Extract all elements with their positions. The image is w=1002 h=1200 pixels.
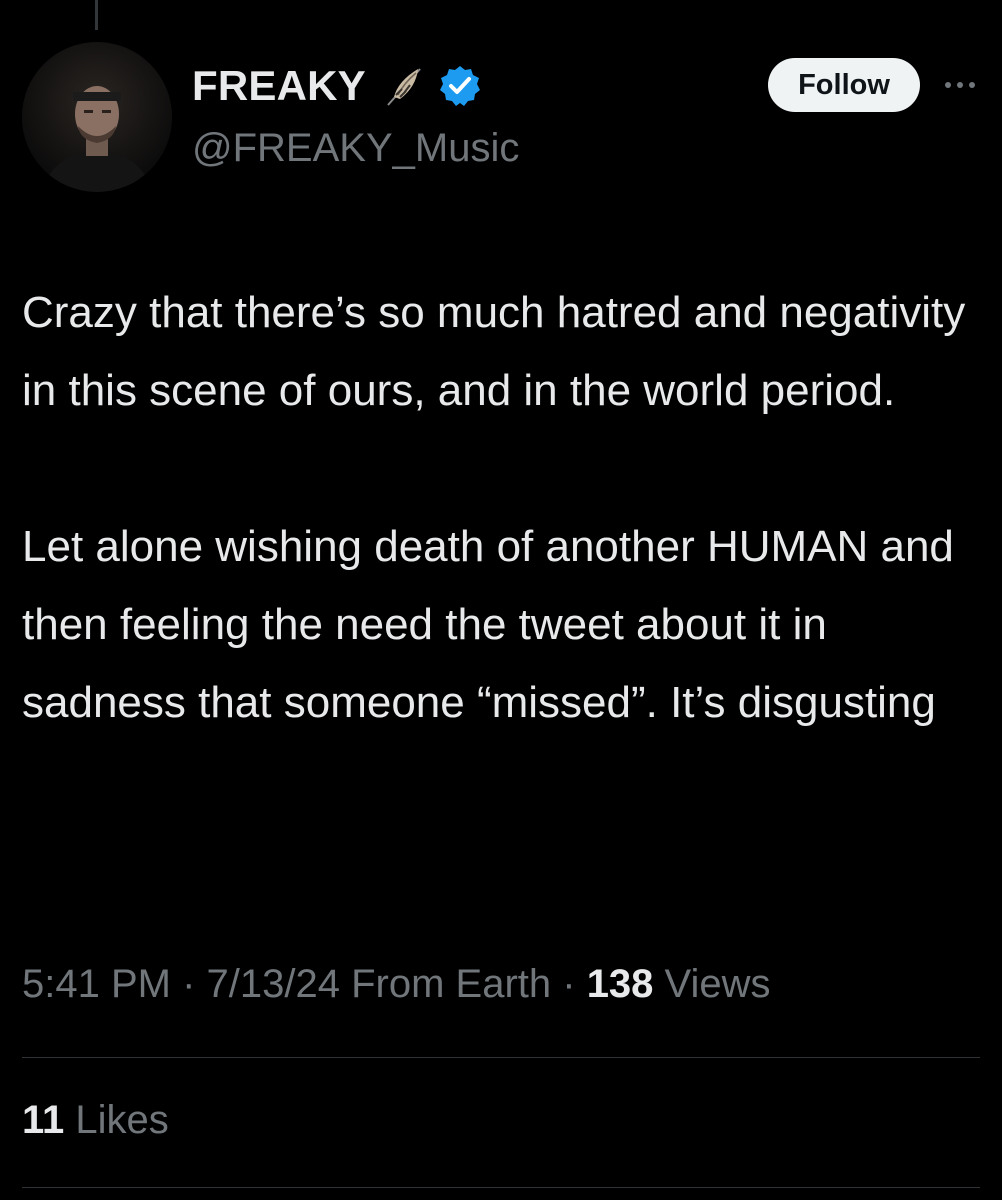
avatar-image [22, 42, 172, 192]
tweet-paragraph: Crazy that there’s so much hatred and ne… [22, 288, 966, 415]
tweet-date[interactable]: 7/13/24 [207, 962, 340, 1006]
tweet-paragraph: Let alone wishing death of another HUMAN… [22, 522, 954, 727]
divider [22, 1057, 980, 1058]
likes-count: 11 [22, 1098, 65, 1142]
likes-link[interactable]: 11 Likes [22, 1098, 169, 1143]
follow-button[interactable]: Follow [768, 58, 920, 112]
verified-icon [439, 66, 480, 106]
likes-label: Likes [64, 1098, 169, 1142]
thread-connector-line [95, 0, 98, 30]
meta-separator: · [170, 962, 207, 1006]
meta-separator: · [551, 962, 587, 1006]
more-icon[interactable] [943, 78, 977, 92]
author-name-row: FREAKY [192, 60, 482, 112]
tweet-meta: 5:41 PM · 7/13/24 From Earth · 138 Views [22, 962, 771, 1007]
author-display-name[interactable]: FREAKY [192, 62, 366, 110]
author-handle[interactable]: @FREAKY_Music [192, 126, 519, 171]
views-count: 138 [586, 962, 654, 1006]
views-label: Views [653, 962, 771, 1006]
tweet-time[interactable]: 5:41 PM [22, 962, 171, 1006]
feather-icon [387, 68, 421, 106]
divider [22, 1187, 980, 1188]
tweet-source: From Earth [339, 962, 552, 1006]
tweet-text: Crazy that there’s so much hatred and ne… [22, 274, 982, 742]
avatar[interactable] [22, 42, 172, 192]
